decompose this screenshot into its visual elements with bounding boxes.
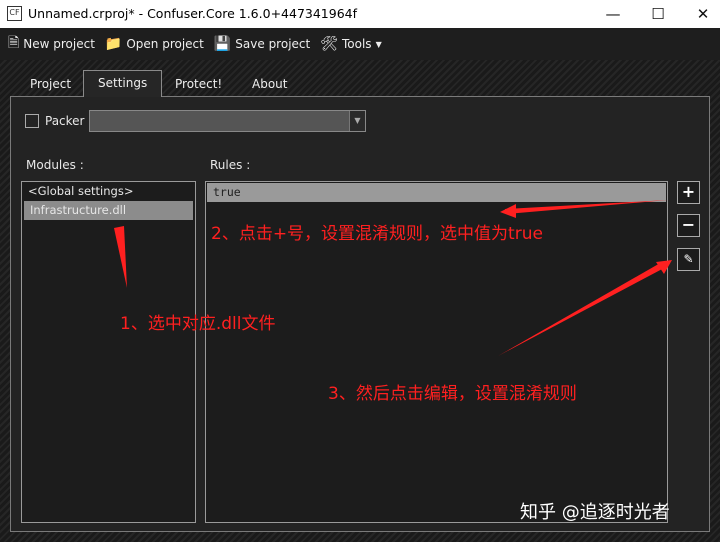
arrow-3 xyxy=(498,262,666,356)
tab-settings[interactable]: Settings xyxy=(83,70,163,97)
annotation-3: 3、然后点击编辑，设置混淆规则 xyxy=(328,384,577,404)
annotation-2: 2、点击+号，设置混淆规则，选中值为true xyxy=(211,224,543,244)
watermark: 知乎 @追逐时光者 xyxy=(520,502,670,523)
arrow-2 xyxy=(505,200,668,214)
annotation-1: 1、选中对应.dll文件 xyxy=(120,314,276,334)
arrow-1 xyxy=(114,226,127,288)
